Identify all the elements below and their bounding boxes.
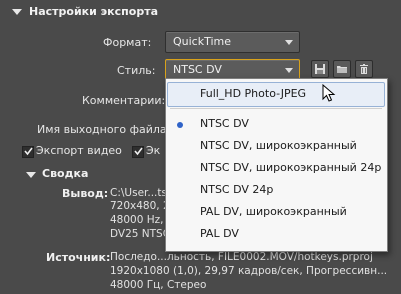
import-preset-icon <box>337 66 347 73</box>
mouse-cursor-icon <box>322 84 336 102</box>
menu-separator <box>170 108 382 109</box>
import-preset-button[interactable] <box>333 60 351 78</box>
chevron-down-icon <box>285 68 293 73</box>
export-audio-checkbox[interactable] <box>132 146 144 158</box>
chevron-down-icon <box>285 40 293 45</box>
style-value: NTSC DV <box>173 63 222 76</box>
menu-item-style[interactable]: NTSC DV, широкоэкранный 24p <box>200 161 381 174</box>
style-label: Стиль: <box>117 64 156 77</box>
export-video-label: Экспорт видео <box>36 144 122 157</box>
format-label: Формат: <box>103 36 152 49</box>
save-preset-icon <box>315 64 325 74</box>
summary-source-line: 48000 Гц, Стерео <box>110 279 207 291</box>
delete-preset-icon <box>360 64 368 74</box>
menu-item-style[interactable]: NTSC DV 24p <box>200 183 273 196</box>
collapse-summary-icon[interactable] <box>26 172 36 178</box>
comments-label: Комментарии: <box>82 94 166 107</box>
save-preset-button[interactable] <box>311 60 329 78</box>
menu-item-style[interactable]: NTSC DV <box>200 117 249 130</box>
summary-source-label: Источник: <box>46 251 111 264</box>
menu-item-style[interactable]: NTSC DV, широкоэкранный <box>200 139 357 152</box>
menu-item-style[interactable]: PAL DV <box>200 227 239 240</box>
export-settings-title: Настройки экспорта <box>29 5 159 18</box>
menu-item-full-hd-photo-jpeg[interactable]: Full_HD Photo-JPEG <box>200 87 306 100</box>
menu-item-style[interactable]: PAL DV, широкоэкранный <box>200 205 347 218</box>
selected-radio-icon <box>177 122 183 128</box>
checkmark-icon <box>24 147 33 156</box>
summary-source-line: Последо...льность, FILE0002.MOV/hotkeys.… <box>110 251 373 263</box>
checkmark-icon <box>134 147 143 156</box>
summary-title: Сводка <box>42 167 89 180</box>
export-audio-label: Эк <box>146 144 161 157</box>
export-video-checkbox[interactable] <box>22 146 34 158</box>
summary-output-label: Вывод: <box>62 187 109 200</box>
style-dropdown-menu: Full_HD Photo-JPEG NTSC DV NTSC DV, широ… <box>165 78 388 252</box>
summary-output-line: DV25 NTSC <box>110 228 171 240</box>
summary-output-line: C:\User...ts <box>110 187 167 199</box>
output-filename-label: Имя выходного файла: <box>37 123 171 136</box>
collapse-export-settings-icon[interactable] <box>12 9 22 15</box>
delete-preset-button[interactable] <box>355 60 373 78</box>
format-value: QuickTime <box>173 35 232 48</box>
summary-source-line: 1920x1080 (1,0), 29,97 кадров/сек, Прогр… <box>110 265 388 277</box>
format-select[interactable]: QuickTime <box>165 31 300 53</box>
